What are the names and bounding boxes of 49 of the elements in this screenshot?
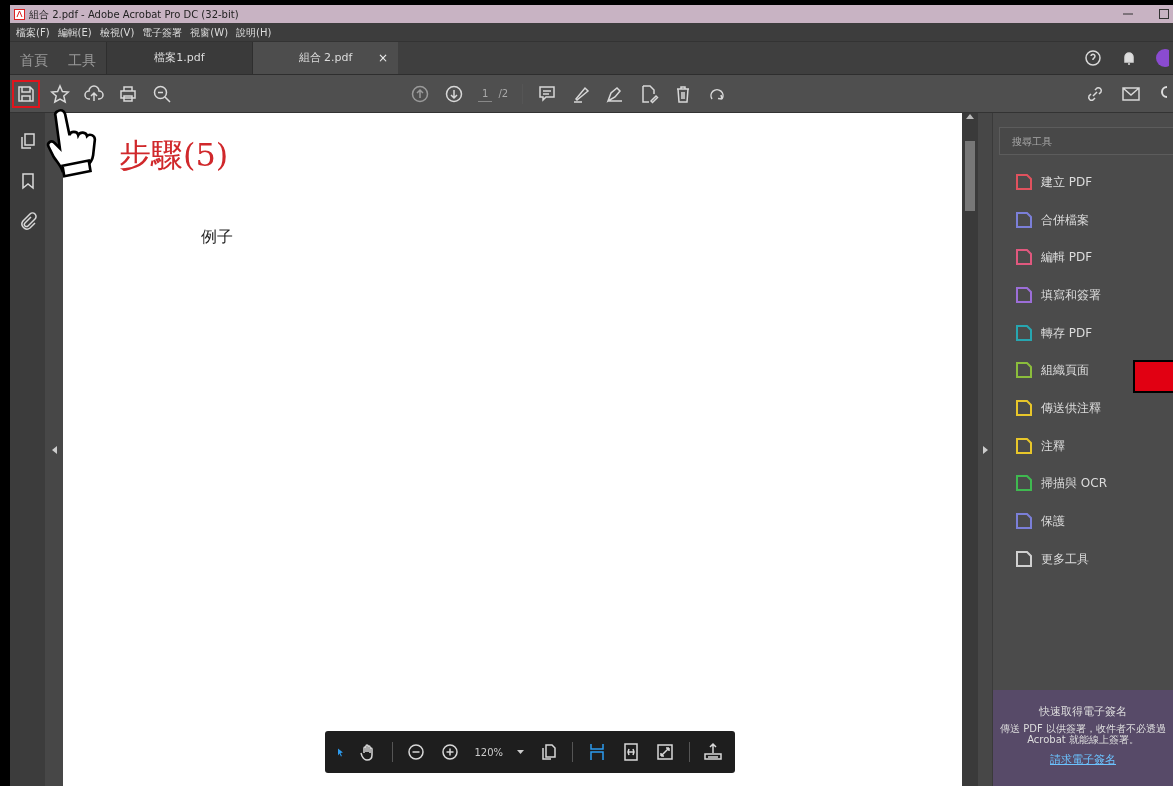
document-tab[interactable]: 檔案1.pdf [106, 42, 252, 74]
tool-item[interactable]: 組織頁面 [993, 351, 1093, 390]
document-tab[interactable]: 組合 2.pdf × [252, 42, 398, 74]
maximize-icon[interactable] [1159, 9, 1169, 19]
menu-item[interactable]: 編輯(E) [57, 24, 92, 40]
tool-item[interactable]: 填寫和簽署 [993, 276, 1105, 314]
tool-item[interactable]: 建立 PDF [993, 163, 1097, 201]
tool-item[interactable]: 編輯 PDF [993, 238, 1097, 277]
tool-item[interactable]: 轉存 PDF [993, 313, 1097, 352]
nav-tab[interactable]: 工具 [58, 42, 106, 74]
tool-item[interactable]: 合併檔案 [993, 200, 1093, 239]
request-signature-link[interactable]: 請求電子簽名 [1050, 751, 1116, 768]
tool-item[interactable]: 傳送供注釋 [993, 389, 1105, 427]
collapse-arrow-icon[interactable] [51, 445, 57, 454]
menu-item[interactable]: 電子簽署 [142, 24, 183, 40]
step-annotation: 步驟(5) [119, 135, 229, 176]
print-icon[interactable] [118, 83, 138, 104]
menu-item[interactable]: 說明(H) [236, 24, 272, 40]
zoom-dropdown[interactable]: 120% [474, 744, 524, 760]
promo-text: 傳送 PDF 以供簽署，收件者不必透過 Acrobat 就能線上簽署。 [999, 722, 1167, 746]
promo-title: 快速取得電子簽名 [1039, 704, 1127, 720]
cloud-upload-icon[interactable] [84, 83, 104, 104]
tool-item[interactable]: 掃描與 OCR [993, 464, 1111, 503]
tool-item[interactable]: 保護 [993, 502, 1069, 540]
zoom-out-icon[interactable] [406, 742, 427, 762]
tool-item[interactable]: 更多工具 [993, 539, 1093, 578]
tool-item[interactable]: 注釋 [993, 426, 1069, 465]
pdf-icon [14, 8, 25, 20]
comment-icon[interactable] [537, 83, 558, 104]
help-icon[interactable] [1083, 48, 1103, 68]
window-title: 組合 2.pdf - Adobe Acrobat Pro DC (32-bit) [29, 7, 239, 22]
star-icon[interactable] [50, 83, 70, 104]
document-text: 例子 [201, 226, 233, 248]
expand-arrow-icon[interactable] [982, 445, 988, 454]
close-icon[interactable]: × [377, 49, 388, 67]
zoom-in-icon[interactable] [440, 742, 461, 762]
page-total: /2 [498, 86, 509, 101]
document-edit-icon[interactable] [639, 83, 660, 104]
menu-item[interactable]: 檔案(F) [16, 24, 50, 40]
nav-tab[interactable]: 首頁 [10, 42, 58, 74]
scrollbar-thumb[interactable] [965, 141, 975, 211]
page-number-field[interactable]: 1 [478, 85, 493, 102]
upload-tray-icon[interactable] [703, 742, 723, 762]
marker-block [1133, 360, 1173, 393]
full-screen-icon[interactable] [654, 742, 675, 762]
search-icon[interactable] [152, 83, 172, 104]
search-field[interactable]: 搜尋工具 [999, 127, 1173, 155]
menu-item[interactable]: 視窗(W) [190, 24, 229, 40]
menu-item[interactable]: 檢視(V) [99, 24, 135, 40]
